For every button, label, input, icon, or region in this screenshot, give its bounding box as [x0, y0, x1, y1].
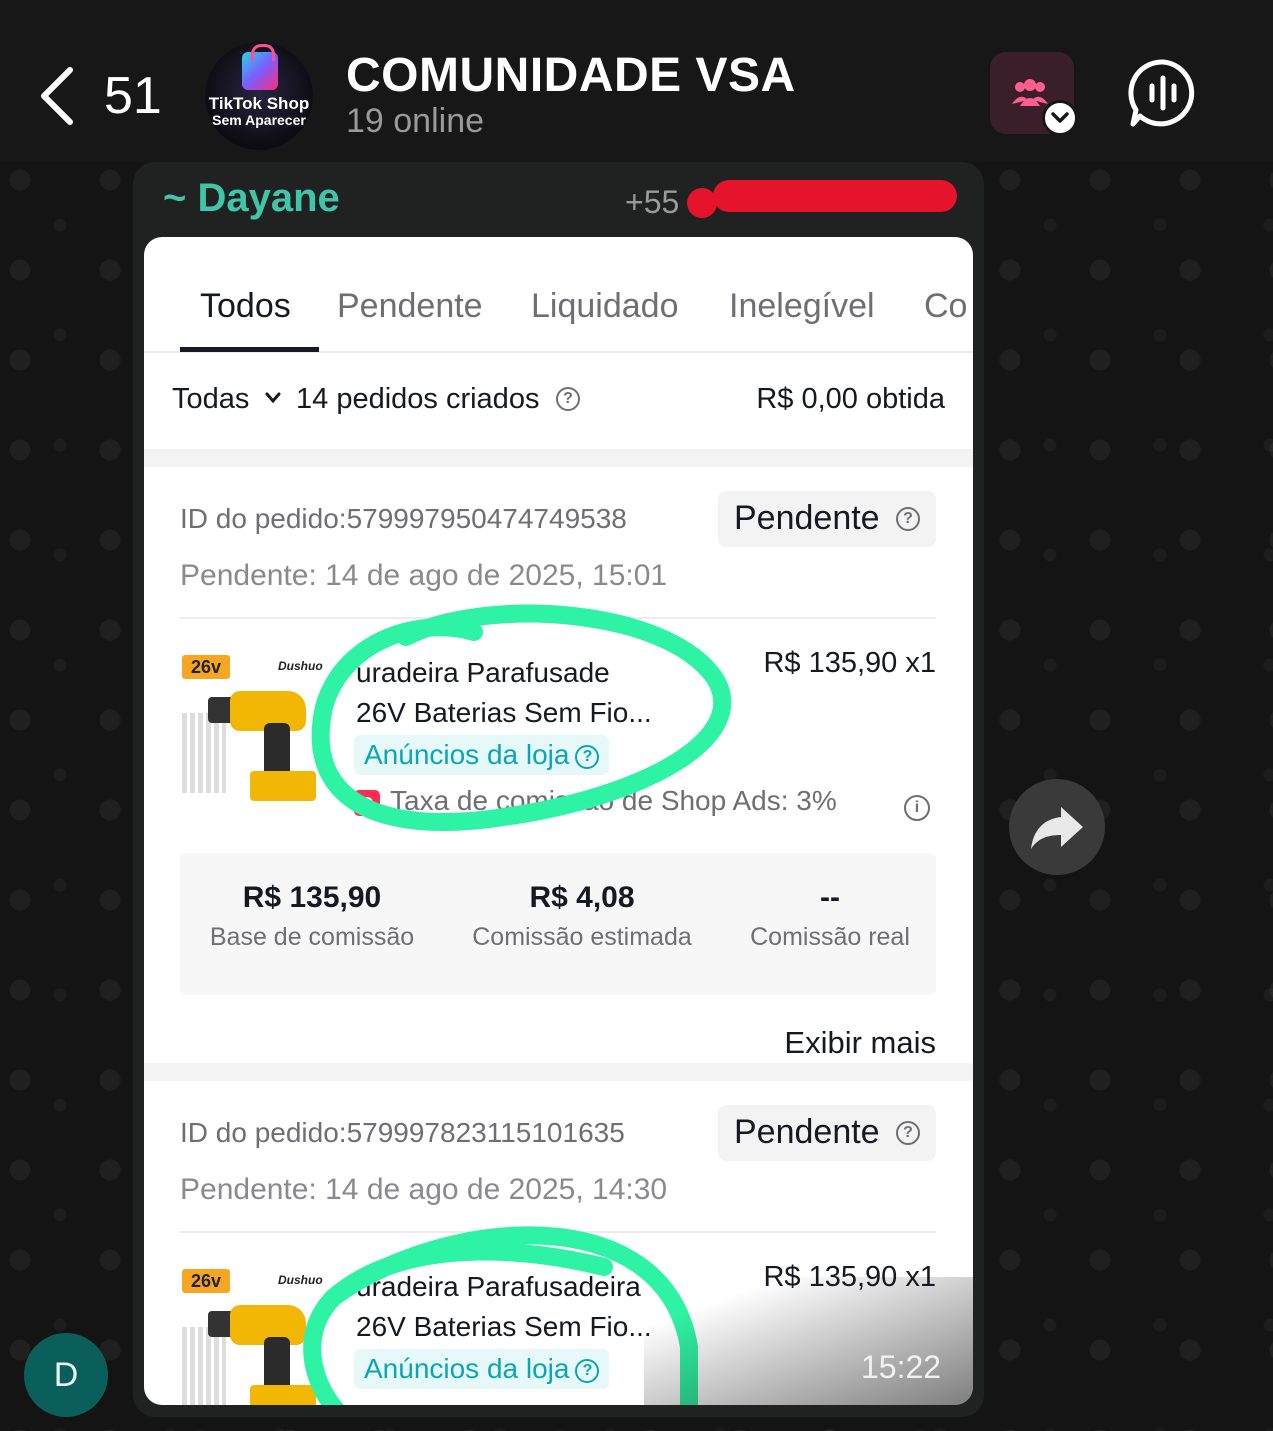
product-name[interactable]: uradeira Parafusadeira 26V Baterias Sem …	[356, 1267, 686, 1347]
status-label: Pendente	[734, 499, 880, 537]
drill-bits	[182, 1327, 226, 1405]
back-chevron-icon[interactable]	[38, 66, 78, 126]
commission-real-label: Comissão real	[750, 923, 910, 951]
ads-badge[interactable]: Anúncios da loja?	[354, 1349, 610, 1389]
product-image[interactable]: 26v Dushuo	[180, 1267, 330, 1405]
order-id: ID do pedido:579997950474749538	[180, 503, 627, 534]
tab-co[interactable]: Co	[924, 287, 967, 326]
info-icon[interactable]: i	[904, 795, 930, 821]
group-avatar-line1: TikTok Shop	[208, 94, 310, 113]
drill-battery	[250, 1385, 316, 1405]
show-more-link[interactable]: Exibir mais	[784, 1025, 936, 1061]
status-badge[interactable]: Pendente ?	[718, 491, 936, 547]
tab-liquidado[interactable]: Liquidado	[531, 287, 678, 326]
ads-badge[interactable]: Anúncios da loja?	[354, 735, 610, 775]
order-date: Pendente: 14 de ago de 2025, 15:01	[180, 559, 668, 592]
group-avatar-line2: Sem Aparecer	[212, 112, 306, 128]
commission-fee: Taxa de comissão de Shop Ads: 3%	[354, 785, 837, 817]
drill-battery	[250, 771, 316, 801]
commission-estimated: R$ 4,08 Comissão estimada	[460, 881, 704, 952]
divider	[180, 1231, 936, 1233]
message-timestamp: 15:22	[861, 1349, 942, 1385]
people-icon	[1012, 79, 1048, 106]
earned-amount: R$ 0,00 obtida	[756, 383, 945, 415]
sender-avatar[interactable]: D	[24, 1333, 108, 1417]
brand-mark: Dushuo	[278, 659, 323, 673]
product-name-line1: uradeira Parafusadeira	[356, 1271, 641, 1302]
tab-pendente[interactable]: Pendente	[337, 287, 483, 326]
help-icon[interactable]: ?	[575, 744, 600, 769]
order-id: ID do pedido:579997823115101635	[180, 1117, 625, 1148]
voice-chat-icon[interactable]	[1128, 58, 1198, 128]
section-separator	[144, 449, 973, 467]
tab-inelegivel[interactable]: Inelegível	[729, 287, 875, 326]
status-badge[interactable]: Pendente ?	[718, 1105, 936, 1161]
order-card: ID do pedido:579997950474749538 Pendente…	[144, 467, 973, 1061]
product-image[interactable]: 26v Dushuo	[180, 653, 330, 805]
order-date: Pendente: 14 de ago de 2025, 14:30	[180, 1173, 668, 1206]
commission-real: -- Comissão real	[740, 881, 920, 952]
online-count: 19 online	[346, 102, 485, 140]
section-separator	[144, 1063, 973, 1081]
help-icon[interactable]: ?	[896, 507, 920, 531]
forward-button[interactable]	[1009, 779, 1105, 875]
help-icon[interactable]: ?	[556, 387, 580, 411]
filter-row: Todas 14 pedidos criados ? R$ 0,00 obtid…	[144, 355, 973, 447]
brand-mark: Dushuo	[278, 1273, 323, 1287]
unread-count[interactable]: 51	[104, 66, 162, 126]
active-tab-indicator	[180, 347, 319, 352]
commission-base-label: Base de comissão	[209, 923, 415, 951]
message-bubble[interactable]: ~ Dayane +55 Todos Pendente Liquidado In…	[133, 162, 984, 1417]
forward-icon	[1031, 807, 1083, 849]
sender-name[interactable]: ~ Dayane	[163, 176, 340, 221]
shop-ads-icon	[354, 789, 380, 816]
sender-phone: +55	[625, 184, 680, 220]
ads-badge-label: Anúncios da loja	[364, 1353, 570, 1384]
commission-summary: R$ 135,90 Base de comissão R$ 4,08 Comis…	[180, 853, 936, 995]
product-name[interactable]: uradeira Parafusade 26V Baterias Sem Fio…	[356, 653, 686, 733]
shopping-bag-icon	[242, 44, 278, 90]
commission-base: R$ 135,90 Base de comissão	[202, 881, 422, 952]
help-icon[interactable]: ?	[575, 1358, 600, 1383]
shared-screenshot[interactable]: Todos Pendente Liquidado Inelegível Co T…	[144, 237, 973, 1405]
drill-bits	[182, 713, 226, 793]
status-label: Pendente	[734, 1113, 880, 1151]
fee-text: Taxa de comissão de Shop Ads: 3%	[390, 785, 837, 816]
chevron-down-icon[interactable]	[1042, 100, 1078, 136]
product-name-line2: 26V Baterias Sem Fio...	[356, 1311, 652, 1342]
product-price: R$ 135,90 x1	[763, 647, 936, 679]
chat-title[interactable]: COMUNIDADE VSA	[346, 48, 796, 103]
help-icon[interactable]: ?	[896, 1121, 920, 1145]
product-name-line1: uradeira Parafusade	[356, 657, 610, 688]
community-button[interactable]	[990, 52, 1078, 136]
commission-estimated-value: R$ 4,08	[529, 881, 635, 914]
chat-header: 51 TikTok Shop Sem Aparecer COMUNIDADE V…	[0, 0, 1273, 162]
redaction-bar	[713, 180, 957, 212]
commission-base-value: R$ 135,90	[242, 881, 382, 914]
voltage-tag: 26v	[182, 1269, 230, 1293]
commission-estimated-label: Comissão estimada	[472, 923, 692, 951]
chevron-down-icon[interactable]	[264, 391, 282, 405]
voltage-tag: 26v	[182, 655, 230, 679]
commission-real-value: --	[820, 881, 840, 914]
group-avatar[interactable]: TikTok Shop Sem Aparecer	[205, 42, 313, 150]
tab-todos[interactable]: Todos	[200, 287, 291, 326]
product-name-line2: 26V Baterias Sem Fio...	[356, 697, 652, 728]
order-tabs: Todos Pendente Liquidado Inelegível Co	[144, 237, 973, 353]
filter-dropdown[interactable]: Todas	[172, 383, 249, 416]
ads-badge-label: Anúncios da loja	[364, 739, 570, 770]
divider	[180, 617, 936, 619]
orders-created-count: 14 pedidos criados	[296, 383, 540, 415]
